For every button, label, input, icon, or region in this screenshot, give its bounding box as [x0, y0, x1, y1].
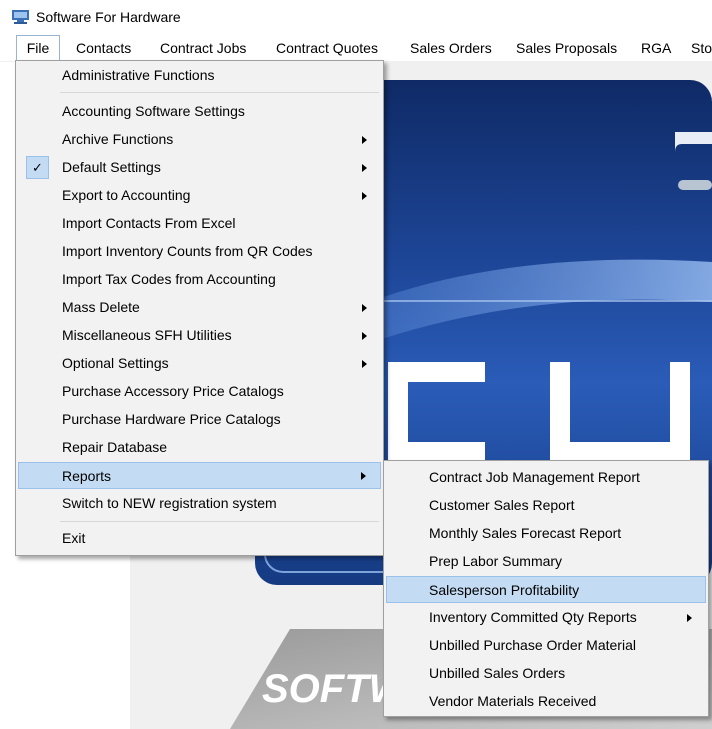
menu-item-default-settings[interactable]: ✓ Default Settings: [18, 154, 381, 181]
menu-item-label: Salesperson Profitability: [429, 582, 580, 598]
menu-item-archive-functions[interactable]: Archive Functions: [18, 126, 381, 153]
menu-item-label: Exit: [62, 530, 86, 546]
menu-item-label: Repair Database: [62, 439, 168, 455]
menu-item-label: Inventory Committed Qty Reports: [429, 609, 637, 625]
menu-item-label: Reports: [62, 468, 112, 484]
menu-item-label: Archive Functions: [62, 131, 174, 147]
submenu-arrow-icon: [362, 192, 367, 200]
submenu-arrow-icon: [361, 472, 366, 480]
menu-bar: File Contacts Contract Jobs Contract Quo…: [0, 35, 712, 62]
menu-item-label: Export to Accounting: [62, 187, 191, 203]
window-title: Software For Hardware: [36, 9, 181, 25]
menu-item-label: Purchase Accessory Price Catalogs: [62, 383, 284, 399]
menu-item-prep-labor-summary[interactable]: Prep Labor Summary: [386, 548, 706, 575]
menu-item-mass-delete[interactable]: Mass Delete: [18, 294, 381, 321]
menu-item-export-to-accounting[interactable]: Export to Accounting: [18, 182, 381, 209]
menu-item-label: Optional Settings: [62, 355, 169, 371]
menu-item-label: Mass Delete: [62, 299, 140, 315]
menu-item-label: Customer Sales Report: [429, 497, 575, 513]
menu-item-accounting-software-settings[interactable]: Accounting Software Settings: [18, 98, 381, 125]
menu-item-switch-registration-system[interactable]: Switch to NEW registration system: [18, 490, 381, 517]
menu-item-label: Purchase Hardware Price Catalogs: [62, 411, 281, 427]
menu-item-label: Monthly Sales Forecast Report: [429, 525, 622, 541]
menu-item-administrative-functions[interactable]: Administrative Functions: [18, 62, 381, 89]
title-bar: Software For Hardware: [0, 0, 712, 34]
menu-item-unbilled-sales-orders[interactable]: Unbilled Sales Orders: [386, 660, 706, 687]
menu-item-purchase-hardware-price-catalogs[interactable]: Purchase Hardware Price Catalogs: [18, 406, 381, 433]
menu-item-label: Contract Job Management Report: [429, 469, 640, 485]
menu-item-inventory-committed-qty-reports[interactable]: Inventory Committed Qty Reports: [386, 604, 706, 631]
menu-item-optional-settings[interactable]: Optional Settings: [18, 350, 381, 377]
menu-rga[interactable]: RGA: [641, 35, 671, 61]
file-menu: Administrative Functions Accounting Soft…: [15, 60, 384, 556]
submenu-arrow-icon: [362, 136, 367, 144]
menu-item-label: Import Tax Codes from Accounting: [62, 271, 276, 287]
menu-item-import-contacts-from-excel[interactable]: Import Contacts From Excel: [18, 210, 381, 237]
reports-submenu: Contract Job Management Report Customer …: [383, 460, 709, 717]
menu-item-label: Import Contacts From Excel: [62, 215, 236, 231]
computer-app-icon: [12, 10, 29, 24]
menu-item-repair-database[interactable]: Repair Database: [18, 434, 381, 461]
menu-item-purchase-accessory-price-catalogs[interactable]: Purchase Accessory Price Catalogs: [18, 378, 381, 405]
menu-sales-proposals[interactable]: Sales Proposals: [516, 35, 617, 61]
menu-contacts[interactable]: Contacts: [76, 35, 131, 61]
menu-item-label: Administrative Functions: [62, 67, 215, 83]
menu-item-monthly-sales-forecast-report[interactable]: Monthly Sales Forecast Report: [386, 520, 706, 547]
menu-item-customer-sales-report[interactable]: Customer Sales Report: [386, 492, 706, 519]
menu-item-exit[interactable]: Exit: [18, 525, 381, 552]
submenu-arrow-icon: [362, 360, 367, 368]
menu-item-vendor-materials-received[interactable]: Vendor Materials Received: [386, 688, 706, 715]
menu-item-label: Miscellaneous SFH Utilities: [62, 327, 232, 343]
submenu-arrow-icon: [687, 614, 692, 622]
menu-item-label: Accounting Software Settings: [62, 103, 245, 119]
menu-item-label: Switch to NEW registration system: [62, 495, 277, 511]
menu-item-label: Prep Labor Summary: [429, 553, 563, 569]
menu-item-label: Unbilled Sales Orders: [429, 665, 566, 681]
submenu-arrow-icon: [362, 332, 367, 340]
menu-item-unbilled-purchase-order-material[interactable]: Unbilled Purchase Order Material: [386, 632, 706, 659]
menu-stock[interactable]: Sto: [691, 35, 712, 61]
menu-item-label: Vendor Materials Received: [429, 693, 597, 709]
menu-item-import-inventory-counts[interactable]: Import Inventory Counts from QR Codes: [18, 238, 381, 265]
menu-item-label: Unbilled Purchase Order Material: [429, 637, 636, 653]
menu-item-contract-job-management-report[interactable]: Contract Job Management Report: [386, 464, 706, 491]
menu-item-reports[interactable]: Reports: [18, 462, 381, 489]
menu-item-label: Default Settings: [62, 159, 161, 175]
menu-item-salesperson-profitability[interactable]: Salesperson Profitability: [386, 576, 706, 603]
checkmark-icon: ✓: [26, 156, 49, 179]
menu-separator: [60, 92, 379, 93]
menu-sales-orders[interactable]: Sales Orders: [410, 35, 492, 61]
menu-contract-jobs[interactable]: Contract Jobs: [160, 35, 246, 61]
menu-contract-quotes[interactable]: Contract Quotes: [276, 35, 378, 61]
submenu-arrow-icon: [362, 164, 367, 172]
menu-separator: [60, 521, 379, 522]
menu-item-label: Import Inventory Counts from QR Codes: [62, 243, 313, 259]
menu-item-miscellaneous-sfh-utilities[interactable]: Miscellaneous SFH Utilities: [18, 322, 381, 349]
submenu-arrow-icon: [362, 304, 367, 312]
menu-file[interactable]: File: [16, 35, 60, 61]
menu-item-import-tax-codes[interactable]: Import Tax Codes from Accounting: [18, 266, 381, 293]
